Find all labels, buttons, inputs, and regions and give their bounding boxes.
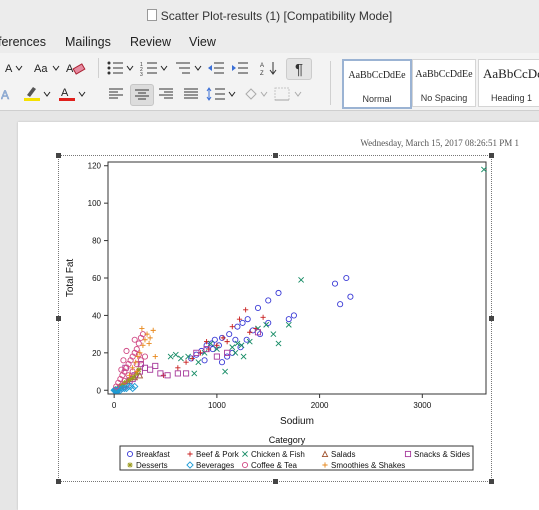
font-size-down-icon: A bbox=[5, 63, 23, 75]
y-tick-label: 40 bbox=[92, 311, 101, 320]
x-tick-label: 1000 bbox=[208, 401, 226, 410]
pilcrow-icon: ¶ bbox=[294, 60, 304, 78]
x-axis-label: Sodium bbox=[280, 416, 314, 427]
increase-indent-button[interactable] bbox=[229, 58, 251, 78]
plot-frame bbox=[107, 161, 487, 395]
window-title-text: Scatter Plot-results (1) [Compatibility … bbox=[160, 9, 393, 23]
style-label: Heading 1 bbox=[491, 93, 533, 103]
justify-button[interactable] bbox=[180, 84, 202, 104]
align-center-icon bbox=[135, 89, 149, 100]
paint-bucket-icon bbox=[245, 88, 268, 100]
font-color-button[interactable]: A bbox=[57, 84, 87, 104]
borders-button[interactable] bbox=[272, 84, 306, 104]
chart-legend: Category Breakfast Beef & Pork Chicken & Fi… bbox=[119, 435, 474, 471]
scatter-chart: 0 1000 2000 3000 0 20 40 60 80 100 120 Sodium Tota… bbox=[65, 161, 487, 471]
legend-title: Category bbox=[269, 435, 306, 445]
change-case-button[interactable]: Aa bbox=[33, 58, 61, 78]
tab-view[interactable]: View bbox=[189, 35, 216, 49]
line-spacing-icon bbox=[206, 87, 236, 101]
ribbon-toolbar: A Aa A 123 AZ ¶ A A AaBbCcDdEe Normal Aa… bbox=[0, 53, 539, 111]
legend-marker bbox=[127, 462, 133, 468]
legend-label: Breakfast bbox=[136, 450, 171, 459]
svg-text:Z: Z bbox=[260, 71, 264, 76]
outdent-icon bbox=[208, 62, 224, 74]
y-tick-label: 60 bbox=[92, 274, 101, 283]
plot-area bbox=[107, 161, 487, 395]
bullet-list-icon bbox=[107, 61, 134, 75]
numbering-button[interactable]: 123 bbox=[139, 58, 169, 78]
sort-az-icon: AZ bbox=[260, 62, 277, 76]
y-tick-label: 20 bbox=[92, 349, 101, 358]
y-tick-label: 80 bbox=[92, 237, 101, 246]
text-effects-button[interactable]: A bbox=[0, 84, 18, 104]
show-formatting-button[interactable]: ¶ bbox=[286, 58, 312, 80]
style-label: Normal bbox=[362, 94, 392, 104]
legend-label: Desserts bbox=[136, 461, 168, 470]
legend-label: Smoothies & Shakes bbox=[331, 461, 405, 470]
style-preview: AaBbCcDdEe bbox=[348, 70, 406, 81]
legend-label: Beef & Pork bbox=[196, 450, 240, 459]
y-tick-label: 120 bbox=[88, 162, 102, 171]
numbered-list-icon: 123 bbox=[140, 62, 168, 76]
font-color-icon: A bbox=[59, 87, 86, 101]
document-page[interactable]: Wednesday, March 15, 2017 08:26:51 PM 1 … bbox=[18, 122, 539, 510]
y-tick-label: 0 bbox=[97, 386, 102, 395]
eraser-icon: A bbox=[66, 63, 86, 75]
indent-icon bbox=[232, 62, 248, 74]
style-preview: AaBbCcDc bbox=[483, 66, 539, 81]
title-bar: Scatter Plot-results (1) [Compatibility … bbox=[0, 0, 539, 33]
decrease-font-size-button[interactable]: A bbox=[2, 58, 28, 78]
legend-label: Beverages bbox=[196, 461, 234, 470]
tab-references[interactable]: ferences bbox=[0, 35, 46, 49]
x-tick-label: 2000 bbox=[311, 401, 329, 410]
svg-text:3: 3 bbox=[140, 72, 143, 76]
tab-mailings[interactable]: Mailings bbox=[65, 35, 111, 49]
highlight-color-swatch bbox=[24, 98, 40, 101]
align-right-button[interactable] bbox=[155, 84, 177, 104]
svg-text:A: A bbox=[61, 87, 69, 99]
divider bbox=[98, 58, 99, 78]
decrease-indent-button[interactable] bbox=[205, 58, 227, 78]
align-right-icon bbox=[159, 88, 173, 99]
svg-text:A: A bbox=[1, 88, 9, 102]
y-tick-label: 100 bbox=[88, 199, 102, 208]
text-effects-icon: A bbox=[1, 88, 9, 102]
align-left-icon bbox=[109, 88, 123, 99]
x-tick-label: 0 bbox=[112, 401, 117, 410]
window-title: Scatter Plot-results (1) [Compatibility … bbox=[0, 9, 539, 23]
ribbon-tabs: ferences Mailings Review View bbox=[0, 33, 539, 53]
align-left-button[interactable] bbox=[105, 84, 127, 104]
highlight-button[interactable] bbox=[22, 84, 52, 104]
style-no-spacing[interactable]: AaBbCcDdEe No Spacing bbox=[412, 59, 476, 107]
divider bbox=[330, 61, 331, 105]
multilevel-list-icon bbox=[176, 62, 202, 74]
align-center-button[interactable] bbox=[130, 84, 154, 106]
svg-text:A: A bbox=[260, 63, 264, 69]
borders-icon bbox=[274, 87, 302, 101]
sort-button[interactable]: AZ bbox=[258, 58, 282, 78]
style-label: No Spacing bbox=[420, 93, 468, 103]
shading-button[interactable] bbox=[241, 84, 269, 104]
tab-review[interactable]: Review bbox=[130, 35, 171, 49]
y-axis-label: Total Fat bbox=[65, 259, 76, 298]
change-case-icon: Aa bbox=[34, 63, 60, 75]
legend-label: Coffee & Tea bbox=[251, 461, 298, 470]
font-color-swatch bbox=[59, 98, 75, 101]
legend-label: Snacks & Sides bbox=[414, 450, 470, 459]
x-tick-label: 3000 bbox=[413, 401, 431, 410]
style-normal[interactable]: AaBbCcDdEe Normal bbox=[342, 59, 412, 109]
clear-formatting-button[interactable]: A bbox=[64, 58, 88, 78]
style-heading-1[interactable]: AaBbCcDc Heading 1 bbox=[478, 59, 539, 107]
svg-text:Aa: Aa bbox=[34, 63, 48, 75]
legend-label: Chicken & Fish bbox=[251, 450, 305, 459]
justify-icon bbox=[184, 88, 198, 99]
highlighter-icon bbox=[24, 87, 51, 101]
line-spacing-button[interactable] bbox=[205, 84, 237, 104]
svg-text:A: A bbox=[5, 63, 13, 75]
bullets-button[interactable] bbox=[105, 58, 135, 78]
legend-label: Salads bbox=[331, 450, 355, 459]
multilevel-list-button[interactable] bbox=[173, 58, 203, 78]
document-icon bbox=[146, 9, 157, 21]
style-preview: AaBbCcDdEe bbox=[415, 69, 473, 80]
